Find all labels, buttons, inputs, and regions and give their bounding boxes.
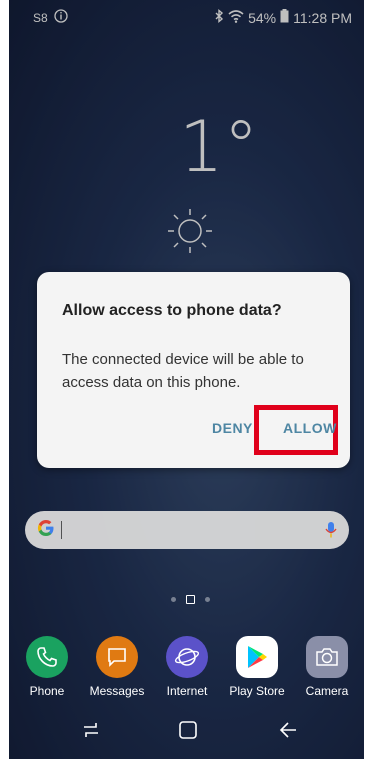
app-label: Internet [166,684,208,698]
google-logo [37,519,55,543]
phone-icon [26,636,68,678]
deny-button[interactable]: DENY [212,420,253,436]
dialog-message: The connected device will be able to acc… [62,351,304,391]
home-page-indicator-icon [186,595,195,604]
search-cursor [61,521,62,539]
phone-screen: S8 54% 11:28 PM 1° Allow access to phone… [9,0,364,759]
back-icon[interactable] [277,719,299,746]
page-dot [171,597,176,602]
home-button-icon[interactable] [177,719,199,746]
play-store-icon [236,636,278,678]
app-internet[interactable]: Internet [155,636,219,698]
allow-button[interactable]: ALLOW [283,420,337,436]
permission-dialog: Allow access to phone data? The connecte… [37,272,350,468]
dialog-title: Allow access to phone data? [62,302,282,319]
recent-apps-icon[interactable] [81,719,101,746]
page-dot [205,597,210,602]
internet-icon [166,636,208,678]
app-label: Camera [305,684,349,698]
app-messages[interactable]: Messages [85,636,149,698]
messages-icon [96,636,138,678]
app-label: Play Store [229,684,285,698]
page-indicator [171,595,210,604]
app-play-store[interactable]: Play Store [225,636,289,698]
mic-icon[interactable] [325,521,337,544]
app-label: Messages [89,684,145,698]
app-label: Phone [29,684,65,698]
camera-icon [306,636,348,678]
app-camera[interactable]: Camera [295,636,359,698]
navigation-bar [9,707,364,759]
app-phone[interactable]: Phone [15,636,79,698]
google-search-bar[interactable] [25,511,349,549]
